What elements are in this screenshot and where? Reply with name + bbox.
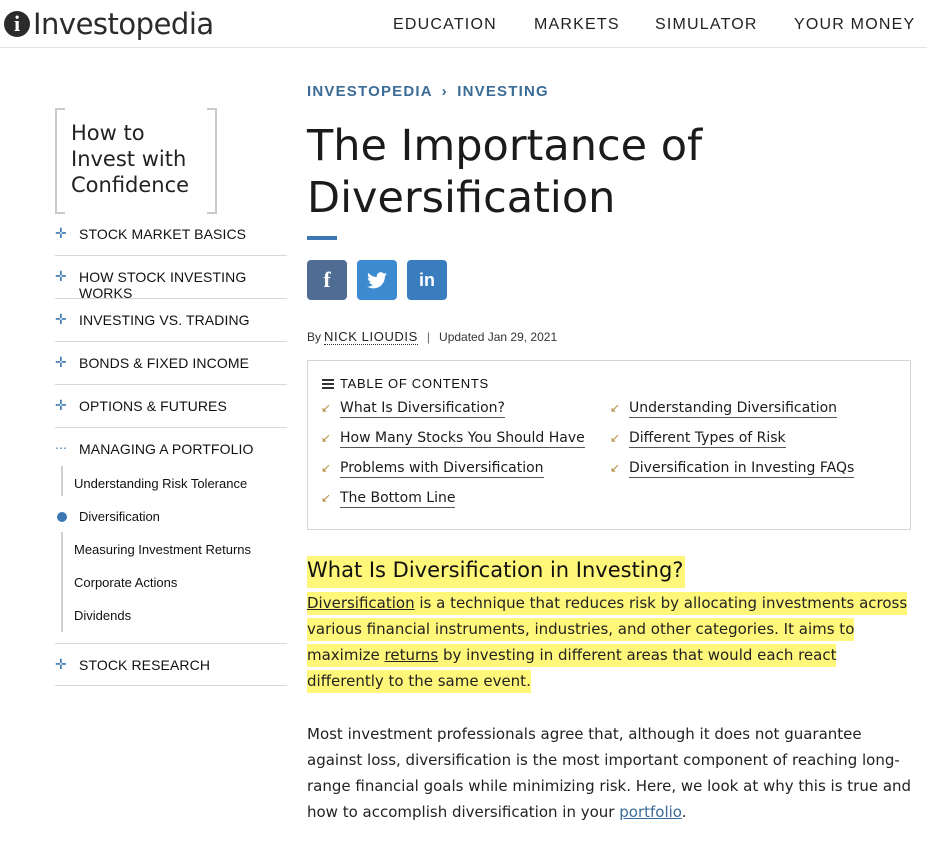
nav-education[interactable]: EDUCATION <box>393 16 497 34</box>
plus-icon: ✛ <box>55 268 67 284</box>
table-of-contents: TABLE OF CONTENTS ↙ What Is Diversificati… <box>307 360 911 530</box>
sidebar-item-label: INVESTING VS. TRADING <box>79 312 250 328</box>
sidebar-item-stock-market-basics[interactable]: ✛ STOCK MARKET BASICS <box>55 213 287 256</box>
sidebar-item-label: STOCK MARKET BASICS <box>79 226 247 242</box>
toc-link[interactable]: ↙ Problems with Diversification <box>321 460 544 478</box>
return-arrow-icon: ↙ <box>321 461 332 475</box>
plus-icon: ✛ <box>55 311 67 327</box>
subitem-diversification[interactable]: Diversification <box>79 509 160 524</box>
toc-link[interactable]: ↙ Understanding Diversification <box>610 400 838 418</box>
return-arrow-icon: ↙ <box>610 431 621 445</box>
toc-link[interactable]: ↙ The Bottom Line <box>321 490 456 508</box>
page-title: The Importance of Diversification <box>307 121 703 223</box>
submenu-line <box>61 532 63 632</box>
return-arrow-icon: ↙ <box>610 461 621 475</box>
returns-link[interactable]: returns <box>385 646 439 664</box>
return-arrow-icon: ↙ <box>321 491 332 505</box>
site-header: i Investopedia EDUCATION MARKETS SIMULAT… <box>0 0 927 48</box>
sidebar-item-label: STOCK RESEARCH <box>79 657 211 673</box>
return-arrow-icon: ↙ <box>610 401 621 415</box>
return-arrow-icon: ↙ <box>321 431 332 445</box>
sidebar-item-label: MANAGING A PORTFOLIO <box>79 441 254 457</box>
author-link[interactable]: NICK LIOUDIS <box>324 329 418 345</box>
plus-icon: ✛ <box>55 225 67 241</box>
breadcrumb-separator: › <box>441 83 448 100</box>
twitter-icon <box>367 272 387 289</box>
submenu-line <box>61 466 63 496</box>
subitem-measuring-investment-returns[interactable]: Measuring Investment Returns <box>74 542 251 557</box>
site-logo[interactable]: i Investopedia <box>4 6 214 42</box>
intro-paragraph: Diversification is a technique that redu… <box>307 590 912 694</box>
sidebar-item-options-futures[interactable]: ✛ OPTIONS & FUTURES <box>55 385 287 428</box>
sidebar-guide-title: How to Invest with Confidence <box>71 121 190 197</box>
sidebar-item-investing-vs-trading[interactable]: ✛ INVESTING VS. TRADING <box>55 299 287 342</box>
list-icon <box>322 378 334 389</box>
nav-simulator[interactable]: SIMULATOR <box>655 16 758 34</box>
breadcrumb-home[interactable]: INVESTOPEDIA <box>307 83 432 100</box>
plus-icon: ✛ <box>55 397 67 413</box>
sidebar-item-how-stock-investing-works[interactable]: ✛ HOW STOCK INVESTING WORKS <box>55 256 287 301</box>
breadcrumb: INVESTOPEDIA › INVESTING <box>307 83 549 100</box>
subitem-corporate-actions[interactable]: Corporate Actions <box>74 575 177 590</box>
section-heading: What Is Diversification in Investing? <box>307 556 686 588</box>
sidebar-item-label: HOW STOCK INVESTING WORKS <box>79 269 247 301</box>
portfolio-link[interactable]: portfolio <box>619 803 681 821</box>
logo-icon: i <box>4 11 30 37</box>
toc-heading: TABLE OF CONTENTS <box>322 376 489 391</box>
nav-markets[interactable]: MARKETS <box>534 16 620 34</box>
subitem-dividends[interactable]: Dividends <box>74 608 131 623</box>
return-arrow-icon: ↙ <box>321 401 332 415</box>
byline-by: By <box>307 330 322 344</box>
toc-link[interactable]: ↙ How Many Stocks You Should Have <box>321 430 585 448</box>
linkedin-share-button[interactable]: in <box>407 260 447 300</box>
subitem-understanding-risk-tolerance[interactable]: Understanding Risk Tolerance <box>74 476 247 491</box>
sidebar-item-label: OPTIONS & FUTURES <box>79 398 227 414</box>
plus-icon: ✛ <box>55 656 67 672</box>
body-text-end: . <box>681 803 687 821</box>
facebook-share-button[interactable]: f <box>307 260 347 300</box>
sidebar-item-managing-a-portfolio[interactable]: ⋯ MANAGING A PORTFOLIO <box>55 428 287 471</box>
toc-heading-text: TABLE OF CONTENTS <box>340 376 489 391</box>
sidebar-item-stock-research[interactable]: ✛ STOCK RESEARCH <box>55 643 287 686</box>
toc-link[interactable]: ↙ Diversification in Investing FAQs <box>610 460 855 478</box>
sidebar-item-bonds-fixed-income[interactable]: ✛ BONDS & FIXED INCOME <box>55 342 287 385</box>
toc-link[interactable]: ↙ Different Types of Risk <box>610 430 786 448</box>
toc-link[interactable]: ↙ What Is Diversification? <box>321 400 505 418</box>
linkedin-icon: in <box>419 270 435 290</box>
plus-icon: ✛ <box>55 354 67 370</box>
nav-your-money[interactable]: YOUR MONEY <box>794 16 915 34</box>
facebook-icon: f <box>323 267 331 292</box>
breadcrumb-section[interactable]: INVESTING <box>457 83 549 100</box>
body-paragraph: Most investment professionals agree that… <box>307 721 912 825</box>
body-text: Most investment professionals agree that… <box>307 725 912 821</box>
updated-date: Updated Jan 29, 2021 <box>439 330 558 344</box>
title-underline <box>307 236 337 240</box>
sidebar-guide-box: How to Invest with Confidence <box>55 108 217 214</box>
byline: By NICK LIOUDIS | Updated Jan 29, 2021 <box>307 329 557 345</box>
twitter-share-button[interactable] <box>357 260 397 300</box>
logo-text: Investopedia <box>33 7 214 41</box>
minus-icon: ⋯ <box>55 441 67 455</box>
sidebar-item-label: BONDS & FIXED INCOME <box>79 355 250 371</box>
byline-separator: | <box>426 330 431 344</box>
diversification-link[interactable]: Diversification <box>307 594 415 612</box>
active-indicator-dot <box>57 512 67 522</box>
